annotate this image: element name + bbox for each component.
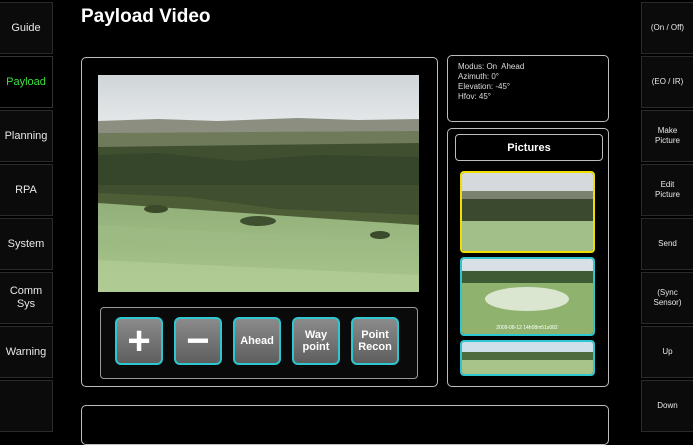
thumbnail-3[interactable]: [460, 340, 595, 376]
make-picture-button[interactable]: Make Picture: [641, 110, 693, 162]
ahead-button[interactable]: Ahead: [233, 317, 281, 365]
video-frame: [98, 75, 419, 292]
waypoint-label: Way point: [302, 329, 330, 353]
plus-icon: +: [127, 319, 151, 363]
thumbnail-image: [462, 342, 593, 374]
minus-icon: −: [186, 319, 210, 363]
nav-warning[interactable]: Warning: [0, 326, 53, 378]
send-button[interactable]: Send: [641, 218, 693, 270]
nav-system[interactable]: System: [0, 218, 53, 270]
point-recon-label: Point Recon: [358, 329, 392, 353]
eo-ir-toggle-button[interactable]: (EO / IR): [641, 56, 693, 108]
right-navigation: (On / Off) (EO / IR) Make Picture Edit P…: [640, 0, 693, 432]
zoom-in-button[interactable]: +: [115, 317, 163, 365]
zoom-out-button[interactable]: −: [174, 317, 222, 365]
page-title: Payload Video: [81, 6, 211, 27]
point-recon-button[interactable]: Point Recon: [351, 317, 399, 365]
waypoint-button[interactable]: Way point: [292, 317, 340, 365]
thumbnail-image: [462, 173, 593, 251]
left-navigation: Guide Payload Planning RPA System Comm S…: [0, 0, 55, 432]
status-elevation: Elevation: -45°: [458, 82, 511, 91]
edit-picture-button[interactable]: Edit Picture: [641, 164, 693, 216]
thumbnail-2[interactable]: 2009-08-12 14h08m51s082: [460, 257, 595, 336]
thumbnail-1[interactable]: [460, 171, 595, 253]
pictures-header: Pictures: [455, 134, 603, 161]
sync-sensor-button[interactable]: (Sync Sensor): [641, 272, 693, 324]
nav-guide[interactable]: Guide: [0, 2, 53, 54]
down-button[interactable]: Down: [641, 380, 693, 432]
video-feed[interactable]: [98, 75, 419, 292]
thumbnail-caption: 2009-08-12 14h08m51s082: [496, 325, 558, 331]
nav-comm-sys[interactable]: Comm Sys: [0, 272, 53, 324]
status-text: Modus: On Ahead Azimuth: 0° Elevation: -…: [458, 62, 524, 102]
ahead-label: Ahead: [240, 335, 274, 347]
up-button[interactable]: Up: [641, 326, 693, 378]
nav-empty: [0, 380, 53, 432]
power-toggle-button[interactable]: (On / Off): [641, 2, 693, 54]
nav-payload[interactable]: Payload: [0, 56, 53, 108]
status-hfov: Hfov: 45°: [458, 92, 491, 101]
bottom-panel: [81, 405, 609, 445]
nav-planning[interactable]: Planning: [0, 110, 53, 162]
status-azimuth: Azimuth: 0°: [458, 72, 499, 81]
nav-rpa[interactable]: RPA: [0, 164, 53, 216]
status-modus: Modus: On Ahead: [458, 62, 525, 71]
thumbnail-image: 2009-08-12 14h08m51s082: [462, 259, 593, 334]
